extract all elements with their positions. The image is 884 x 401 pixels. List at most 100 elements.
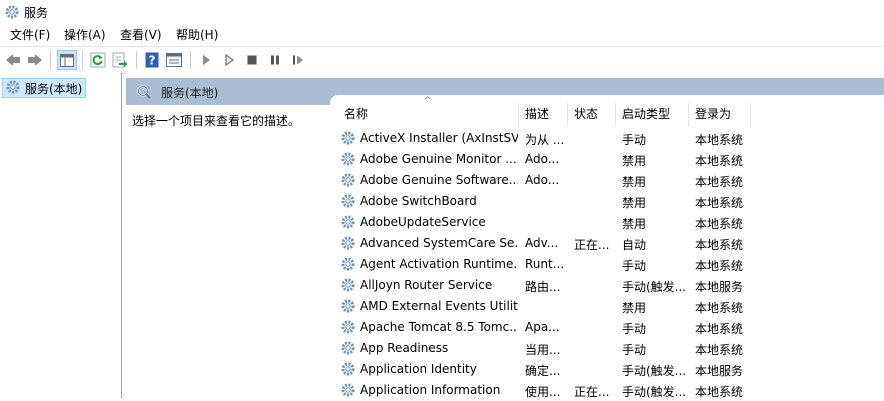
service-name: Agent Activation Runtime... [360,257,518,271]
menu-help[interactable]: 帮助(H) [174,26,220,43]
service-startup-type: 手动(触发... [622,385,686,399]
pause-service-icon[interactable] [266,51,284,69]
service-status: 正在... [574,385,610,399]
tree-item-label: 服务(本地) [25,81,83,96]
service-description: Ado... [525,152,560,166]
service-startup-type: 手动(触发... [622,280,686,294]
service-name: Application Identity [360,362,477,376]
console-tree: 服务(本地) [0,73,122,398]
show-hide-tree-icon[interactable] [57,50,77,70]
service-logon-as: 本地系统 [695,196,744,210]
service-startup-type: 禁用 [622,301,647,315]
service-row[interactable]: AMD External Events Utility 禁用 本地系统 [330,296,884,317]
service-name: AllJoyn Router Service [360,278,493,292]
service-gear-icon [340,298,356,314]
service-row[interactable]: Advanced SystemCare Se... Adv... 正在... 自动 本地… [330,233,884,254]
service-row[interactable]: ActiveX Installer (AxInstSV) 为从 ... 手动 本地系统 [330,128,884,149]
service-startup-type: 手动(触发... [622,364,686,378]
start-service-params-icon[interactable] [220,51,238,69]
service-logon-as: 本地服务 [695,280,744,294]
service-name: App Readiness [360,341,449,355]
column-divider[interactable] [567,103,568,127]
service-gear-icon [340,130,356,146]
service-name: Adobe Genuine Monitor ... [360,152,517,166]
service-logon-as: 本地系统 [695,322,744,336]
toolbar-separator [136,51,137,69]
service-description: 当用... [525,343,561,357]
menu-bar: 文件(F) 操作(A) 查看(V) 帮助(H) [0,24,884,45]
window-title: 服务 [24,6,49,20]
service-logon-as: 本地系统 [695,343,744,357]
service-name: ActiveX Installer (AxInstSV) [360,131,518,145]
column-divider[interactable] [750,103,751,127]
details-pane: 服务(本地) 选择一个项目来查看它的描述。 ^ 名称 描述 状态 启动类型 登录… [126,73,884,399]
toolbar-separator [190,51,191,69]
service-startup-type: 手动 [622,259,647,273]
service-gear-icon [340,340,356,356]
service-row[interactable]: Adobe SwitchBoard 禁用 本地系统 [330,191,884,212]
service-row[interactable]: Adobe Genuine Software... Ado... 禁用 本地系统 [330,170,884,191]
column-divider[interactable] [688,103,689,127]
service-name: Application Information [360,383,501,397]
stop-service-icon[interactable] [243,51,261,69]
service-startup-type: 禁用 [622,217,647,231]
service-logon-as: 本地系统 [695,175,744,189]
service-description: 使用... [525,385,561,399]
service-startup-type: 禁用 [622,154,647,168]
column-header-name[interactable]: 名称 [344,105,368,127]
service-logon-as: 本地系统 [695,385,744,399]
title-bar: 服务 [0,0,884,24]
services-gear-icon [4,4,20,20]
menu-action[interactable]: 操作(A) [62,26,108,43]
service-startup-type: 手动 [622,343,647,357]
service-name: Adobe Genuine Software... [360,173,518,187]
service-description: Apa... [525,320,560,334]
service-status: 正在... [574,238,610,252]
service-logon-as: 本地服务 [695,364,744,378]
forward-arrow-icon[interactable] [26,51,44,69]
service-name: Apache Tomcat 8.5 Tomc... [360,320,518,334]
service-gear-icon [340,214,356,230]
service-name: AdobeUpdateService [360,215,486,229]
export-list-icon[interactable] [111,51,129,69]
menu-file[interactable]: 文件(F) [8,26,52,43]
service-gear-icon [340,151,356,167]
service-gear-icon [340,382,356,398]
service-logon-as: 本地系统 [695,259,744,273]
service-row[interactable]: Agent Activation Runtime... Runt... 手动 本地系统 [330,254,884,275]
toolbar-separator [82,51,83,69]
help-icon[interactable]: ? [143,51,161,69]
service-row[interactable]: Application Identity 确定... 手动(触发... 本地服务 [330,359,884,380]
service-logon-as: 本地系统 [695,217,744,231]
column-header-startup-type[interactable]: 启动类型 [622,105,670,127]
column-header-logon-as[interactable]: 登录为 [695,105,731,127]
service-row[interactable]: App Readiness 当用... 手动 本地系统 [330,338,884,359]
back-arrow-icon[interactable] [4,51,22,69]
service-logon-as: 本地系统 [695,238,744,252]
service-row[interactable]: Apache Tomcat 8.5 Tomc... Apa... 手动 本地系统 [330,317,884,338]
resume-service-icon[interactable] [289,51,307,69]
service-logon-as: 本地系统 [695,133,744,147]
refresh-icon[interactable] [89,51,107,69]
service-row[interactable]: AllJoyn Router Service 路由... 手动(触发... 本地服务 [330,275,884,296]
service-row[interactable]: AdobeUpdateService 禁用 本地系统 [330,212,884,233]
start-service-icon[interactable] [197,51,215,69]
service-description: 确定... [525,364,561,378]
service-description: 为从 ... [525,133,565,147]
service-startup-type: 禁用 [622,196,647,210]
properties-icon[interactable] [165,51,183,69]
pane-title: 服务(本地) [161,86,219,100]
column-header-status[interactable]: 状态 [574,105,598,127]
service-logon-as: 本地系统 [695,301,744,315]
service-name: Adobe SwitchBoard [360,194,477,208]
column-divider[interactable] [518,103,519,127]
service-gear-icon [340,277,356,293]
service-description: Ado... [525,173,560,187]
menu-view[interactable]: 查看(V) [118,26,164,43]
service-row[interactable]: Adobe Genuine Monitor ... Ado... 禁用 本地系统 [330,149,884,170]
column-divider[interactable] [615,103,616,127]
services-search-icon [136,84,152,103]
toolbar: ? [0,46,884,74]
column-header-description[interactable]: 描述 [525,105,549,127]
tree-item-services-local[interactable]: 服务(本地) [2,78,87,98]
